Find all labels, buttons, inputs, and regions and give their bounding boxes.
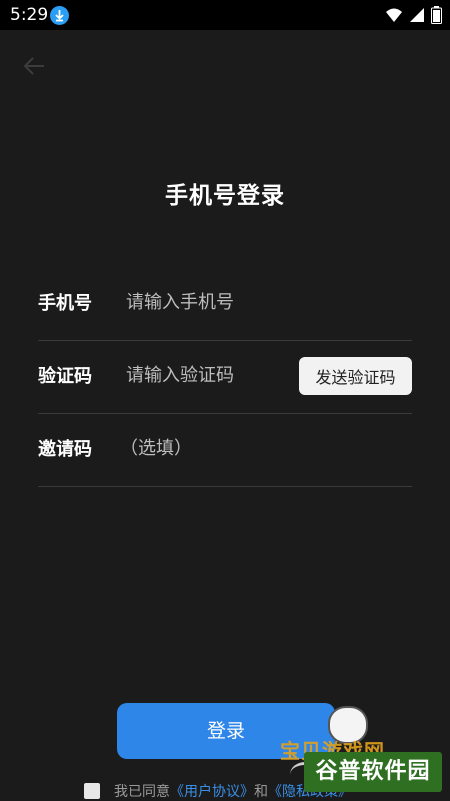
agreement-conjunction: 和	[254, 784, 268, 800]
code-label: 验证码	[38, 366, 92, 387]
page-title: 手机号登录	[165, 183, 285, 209]
status-time: 5:29	[10, 5, 49, 25]
status-bar: 5:29	[0, 0, 450, 30]
invite-row: 邀请码	[38, 413, 412, 487]
wifi-icon	[386, 8, 402, 22]
phone-row: 手机号	[38, 267, 412, 341]
user-agreement-link[interactable]: 《用户协议》	[170, 781, 254, 801]
battery-icon	[431, 6, 442, 24]
download-notification-icon	[50, 6, 69, 25]
phone-input[interactable]	[124, 285, 298, 319]
back-arrow-icon[interactable]	[20, 52, 48, 80]
watermark-badge: 谷普软件园	[304, 752, 442, 792]
agreement-prefix: 我已同意	[114, 784, 170, 800]
send-code-button[interactable]: 发送验证码	[299, 357, 412, 395]
signal-icon	[410, 8, 424, 22]
agreement-checkbox[interactable]	[84, 783, 100, 799]
invite-label: 邀请码	[38, 439, 92, 460]
invite-input[interactable]	[118, 431, 292, 465]
code-row: 验证码 发送验证码	[38, 340, 412, 414]
status-icons	[385, 6, 442, 24]
phone-label: 手机号	[38, 293, 92, 314]
code-input[interactable]	[124, 358, 298, 392]
